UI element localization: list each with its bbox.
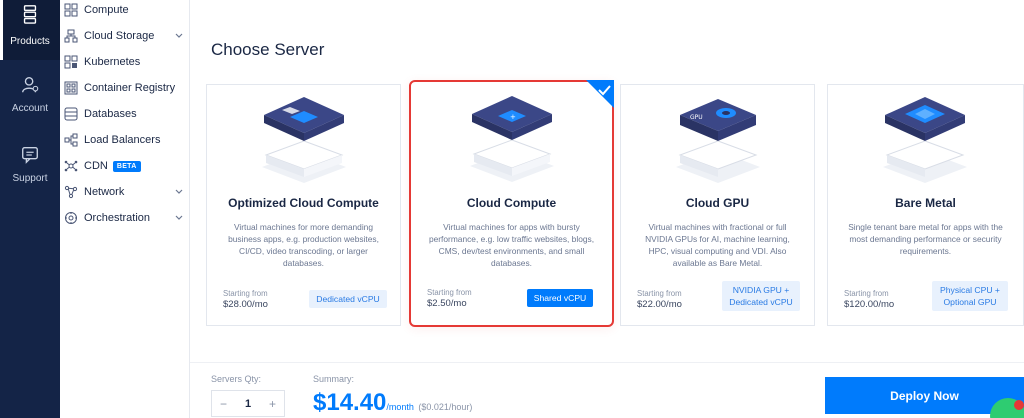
cloud-compute-icon: + [470,96,554,182]
submenu-item-cdn[interactable]: CDN BETA [60,153,190,179]
svg-text:GPU: GPU [690,114,703,121]
svg-text:+: + [510,113,516,121]
selected-check-icon [586,80,614,108]
cloud-storage-icon [64,29,78,43]
databases-icon [64,107,78,121]
submenu-item-load-balancers[interactable]: Load Balancers [60,127,190,153]
card-price: $28.00/mo [223,299,268,310]
submenu-label: Cloud Storage [84,30,155,42]
submenu-item-compute[interactable]: Compute [60,0,190,23]
card-title: Bare Metal [895,196,956,210]
card-description: Virtual machines for more demanding busi… [228,222,379,268]
card-title: Optimized Cloud Compute [228,196,379,210]
network-icon [64,185,78,199]
card-description: Single tenant bare metal for apps with t… [848,222,1003,256]
summary-amount: $14.40 [313,389,387,416]
gpu-icon: GPU [676,99,760,183]
card-price: $2.50/mo [427,298,467,309]
summary-hourly: ($0.021/hour) [418,402,473,412]
server-card-optimized-cloud-compute[interactable]: Optimized Cloud Compute Virtual machines… [206,84,401,326]
chevron-down-icon [175,189,183,194]
order-footer: Servers Qty: − 1 + Summary: $14.40/month… [190,362,1024,418]
chat-icon [22,147,38,164]
rail-label-account: Account [11,103,49,114]
kubernetes-icon [64,55,78,69]
vcpu-badge: Shared vCPU [527,289,593,307]
submenu-label: Container Registry [84,82,176,94]
submenu-item-container-registry[interactable]: Container Registry [60,75,190,101]
quantity-value[interactable]: 1 [245,398,251,410]
chevron-down-icon [175,215,183,220]
chevron-down-icon [175,33,183,38]
summary-label: Summary: [313,374,355,384]
load-balancers-icon [64,133,78,147]
submenu-item-orchestration[interactable]: Orchestration [60,205,190,231]
starting-from-label: Starting from [427,288,472,297]
optimized-compute-icon [262,97,346,183]
starting-from-label: Starting from [844,289,889,298]
decrement-button[interactable]: − [220,397,227,411]
card-description: Virtual machines for apps with bursty pe… [428,222,595,268]
rail-label-products: Products [10,36,50,47]
submenu-item-cloud-storage[interactable]: Cloud Storage [60,23,190,49]
user-icon [22,77,39,93]
main-content: Choose Server Optimized Cloud Compute Vi… [190,0,1024,418]
increment-button[interactable]: + [269,397,276,411]
compute-icon [64,3,78,17]
servers-qty-label: Servers Qty: [211,374,262,384]
server-card-cloud-gpu[interactable]: GPU Cloud GPU Virtual machines with frac… [620,84,815,326]
vcpu-badge: Physical CPU + Optional GPU [932,281,1008,311]
rail-item-support[interactable]: Support [0,145,60,195]
starting-from-label: Starting from [637,289,682,298]
submenu-label: Network [84,186,125,198]
beta-badge: BETA [112,160,141,172]
submenu-item-network[interactable]: Network [60,179,190,205]
submenu-label: CDN [84,160,108,172]
bare-metal-icon [883,97,967,183]
starting-from-label: Starting from [223,289,268,298]
rail-item-account[interactable]: Account [0,75,60,125]
card-description: Virtual machines with fractional or full… [645,222,790,268]
submenu-item-databases[interactable]: Databases [60,101,190,127]
server-card-cloud-compute[interactable]: + Cloud Compute Virtual machines for app… [409,80,614,327]
page-title: Choose Server [211,40,325,59]
servers-icon [23,5,37,24]
submenu-label: Compute [84,4,129,16]
card-price: $22.00/mo [637,299,682,310]
container-registry-icon [64,81,78,95]
notification-dot [1014,400,1024,410]
cdn-icon [64,160,78,172]
server-card-bare-metal[interactable]: Bare Metal Single tenant bare metal for … [827,84,1024,326]
summary-period: /month [386,402,414,412]
card-price: $120.00/mo [844,299,895,310]
card-title: Cloud Compute [466,196,557,210]
vcpu-badge: NVIDIA GPU + Dedicated vCPU [722,281,800,311]
card-title: Cloud GPU [685,196,750,210]
submenu-item-kubernetes[interactable]: Kubernetes [60,49,190,75]
summary-price: $14.40/month ($0.021/hour) [313,389,472,417]
submenu-label: Orchestration [84,212,151,224]
quantity-stepper: − 1 + [211,390,285,417]
vcpu-badge: Dedicated vCPU [309,290,387,308]
rail-item-products[interactable]: Products [0,0,60,60]
submenu-label: Databases [84,108,137,120]
left-rail: Products Account Support [0,0,60,418]
submenu-label: Kubernetes [84,56,141,68]
submenu-label: Load Balancers [84,134,161,146]
products-submenu: Compute Cloud Storage Kubernetes Contain… [60,0,190,418]
orchestration-icon [65,212,77,224]
rail-label-support: Support [12,173,48,184]
